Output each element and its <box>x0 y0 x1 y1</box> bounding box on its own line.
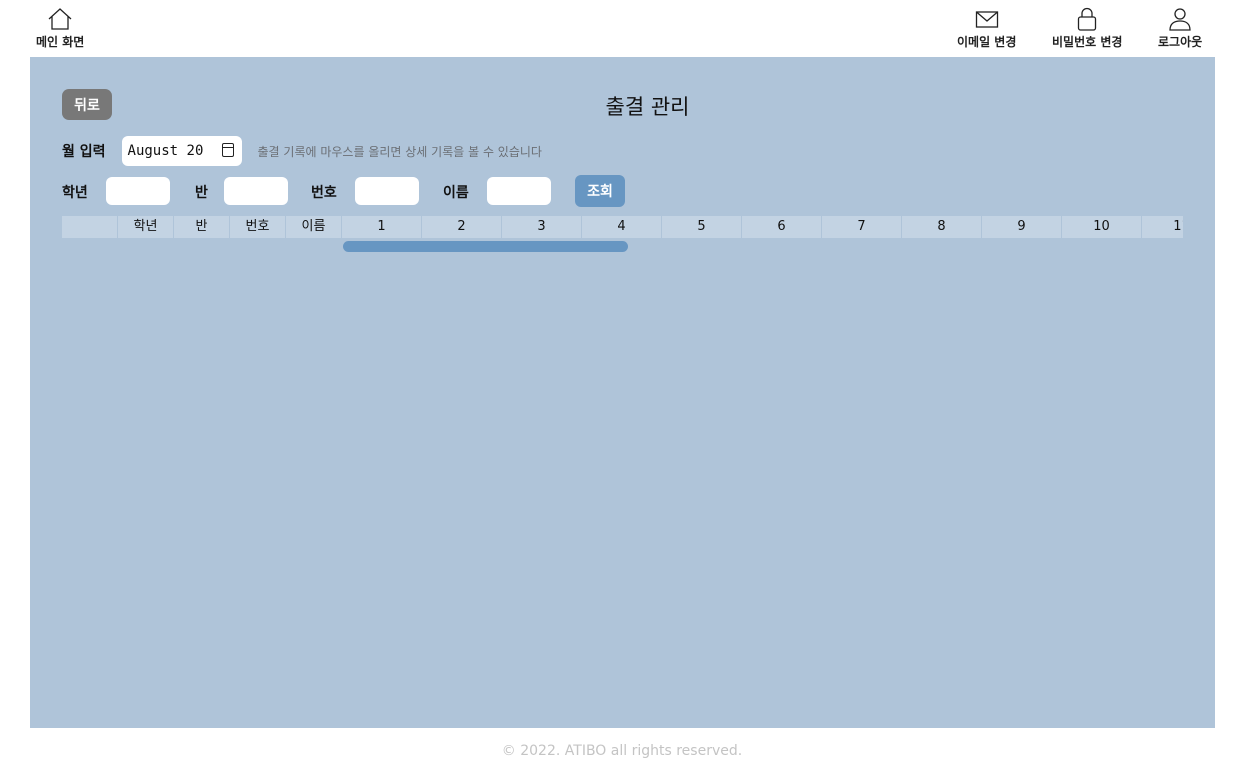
grade-input[interactable] <box>106 177 170 205</box>
header-day-7: 7 <box>822 216 902 238</box>
nav-logout[interactable]: 로그아웃 <box>1158 6 1202 50</box>
attendance-table[interactable]: 학년 반 번호 이름 1 2 3 4 5 6 7 8 9 10 11 <box>62 216 1183 238</box>
month-input[interactable]: August 20 <box>121 136 242 166</box>
header-day-6: 6 <box>742 216 822 238</box>
nav-logout-label: 로그아웃 <box>1158 35 1203 49</box>
name-label: 이름 <box>443 185 469 201</box>
month-label: 월 입력 <box>62 144 106 160</box>
nav-password-label: 비밀번호 변경 <box>1052 35 1123 49</box>
month-row: 월 입력 August 20 출결 기록에 마우스를 올리면 상세 기록을 볼 … <box>62 136 542 166</box>
nav-email-label: 이메일 변경 <box>957 35 1017 49</box>
calendar-icon[interactable] <box>221 143 234 157</box>
horizontal-scrollbar[interactable] <box>343 241 628 252</box>
number-label: 번호 <box>311 185 337 201</box>
month-value: August 20 <box>127 143 204 159</box>
header-blank <box>62 216 118 238</box>
header-day-8: 8 <box>902 216 982 238</box>
home-icon <box>48 8 72 30</box>
hover-hint: 출결 기록에 마우스를 올리면 상세 기록을 볼 수 있습니다 <box>257 144 542 159</box>
nav-home-label: 메인 화면 <box>36 35 85 49</box>
header-day-10: 10 <box>1062 216 1142 238</box>
header-day-5: 5 <box>662 216 742 238</box>
search-button[interactable]: 조회 <box>575 175 625 207</box>
number-input[interactable] <box>355 177 419 205</box>
name-input[interactable] <box>487 177 551 205</box>
nav-password-change[interactable]: 비밀번호 변경 <box>1052 6 1122 50</box>
mail-icon <box>975 11 998 28</box>
header-name: 이름 <box>286 216 342 238</box>
attendance-panel: 뒤로 출결 관리 월 입력 August 20 출결 기록에 마우스를 올리면 … <box>30 57 1215 728</box>
top-nav-bar: 메인 화면 이메일 변경 비밀번호 변경 로그아웃 <box>0 0 1244 56</box>
header-grade: 학년 <box>118 216 174 238</box>
footer-copyright: © 2022. ATIBO all rights reserved. <box>501 743 743 759</box>
nav-email-change[interactable]: 이메일 변경 <box>957 6 1016 50</box>
lock-icon <box>1078 7 1097 31</box>
nav-home[interactable]: 메인 화면 <box>36 6 84 50</box>
header-day-3: 3 <box>502 216 582 238</box>
header-number: 번호 <box>230 216 286 238</box>
header-day-4: 4 <box>582 216 662 238</box>
header-day-9: 9 <box>982 216 1062 238</box>
grade-label: 학년 <box>62 185 88 201</box>
header-day-2: 2 <box>422 216 502 238</box>
user-icon <box>1169 8 1191 31</box>
class-label: 반 <box>195 185 208 201</box>
page-title: 출결 관리 <box>605 95 690 119</box>
header-day-1: 1 <box>342 216 422 238</box>
header-class: 반 <box>174 216 230 238</box>
class-input[interactable] <box>224 177 288 205</box>
header-day-11: 11 <box>1142 216 1183 238</box>
table-header-row: 학년 반 번호 이름 1 2 3 4 5 6 7 8 9 10 11 <box>62 216 1183 238</box>
